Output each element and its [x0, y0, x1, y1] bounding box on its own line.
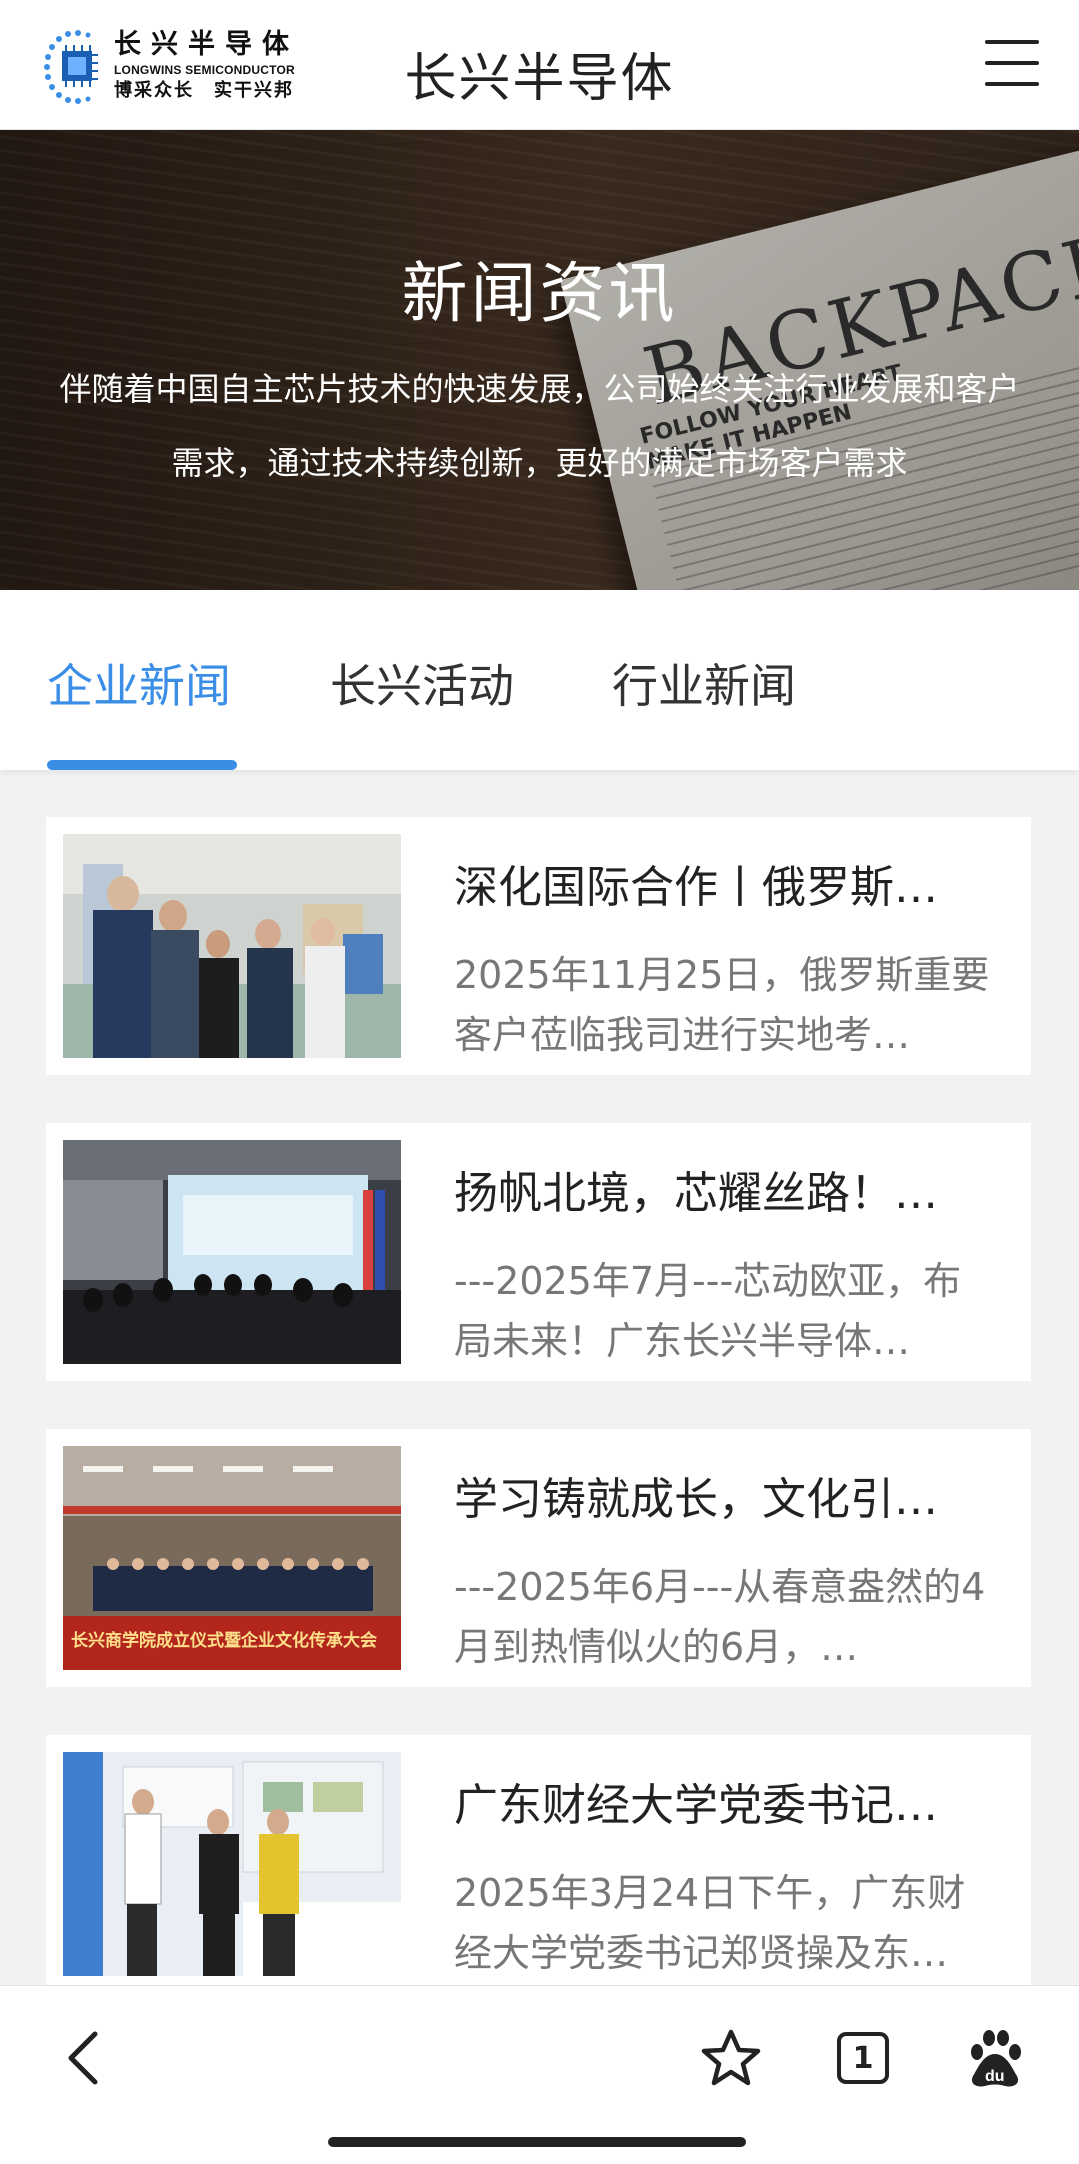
news-banner: BACKPACKER FOLLOW YOUR HEART MAKE IT HAP…: [0, 130, 1079, 590]
home-indicator: [328, 2137, 746, 2147]
news-summary: ---2025年7月---芯动欧亚，布局未来！广东长兴半导体…: [454, 1259, 962, 1363]
star-icon[interactable]: [699, 2026, 763, 2090]
back-arrow-icon[interactable]: [55, 2026, 119, 2090]
active-tab-indicator: [47, 760, 237, 770]
hamburger-menu-icon[interactable]: [985, 40, 1039, 86]
news-item[interactable]: 广东财经大学党委书记… 2025年3月24日下午，广东财经大学党委书记郑贤操及东…: [46, 1735, 1031, 1993]
news-thumbnail: [63, 1140, 401, 1364]
news-summary: 2025年3月24日下午，广东财经大学党委书记郑贤操及东…: [454, 1871, 966, 1975]
news-item[interactable]: 深化国际合作丨俄罗斯… 2025年11月25日，俄罗斯重要客户莅临我司进行实地考…: [46, 817, 1031, 1075]
news-summary: ---2025年6月---从春意盎然的4月到热情似火的6月，…: [454, 1565, 986, 1669]
tabs-count-button[interactable]: 1: [831, 2026, 895, 2090]
baidu-paw-icon[interactable]: du: [963, 2026, 1027, 2090]
news-title[interactable]: 广东财经大学党委书记…: [454, 1769, 994, 1833]
thumbnail-banner-text: 长兴商学院成立仪式暨企业文化传承大会: [71, 1630, 377, 1651]
news-category-tabs: 企业新闻 长兴活动 行业新闻: [0, 590, 1079, 770]
banner-title: 新闻资讯: [401, 255, 678, 332]
news-item[interactable]: 长兴商学院成立仪式暨企业文化传承大会 学习铸就成长，文化引… ---2025年6…: [46, 1429, 1031, 1687]
news-thumbnail: 长兴商学院成立仪式暨企业文化传承大会: [63, 1446, 401, 1670]
news-item[interactable]: 扬帆北境，芯耀丝路！… ---2025年7月---芯动欧亚，布局未来！广东长兴半…: [46, 1123, 1031, 1381]
news-title[interactable]: 扬帆北境，芯耀丝路！…: [454, 1157, 994, 1221]
site-title: 长兴半导体: [404, 49, 675, 109]
news-thumbnail: [63, 1752, 401, 1976]
news-thumbnail: [63, 834, 401, 1058]
tab-company-news[interactable]: 企业新闻: [47, 650, 231, 716]
news-summary: 2025年11月25日，俄罗斯重要客户莅临我司进行实地考…: [454, 953, 990, 1057]
tabs-count: 1: [852, 2040, 874, 2076]
top-header: 长兴半导体 LONGWINS SEMICONDUCTOR 博采众长 实干兴邦 长…: [0, 0, 1079, 130]
tab-longwins-activities[interactable]: 长兴活动: [330, 650, 514, 716]
tab-industry-news[interactable]: 行业新闻: [612, 650, 796, 716]
banner-description: 伴随着中国自主芯片技术的快速发展，公司始终关注行业发展和客户需求，通过技术持续创…: [59, 370, 1020, 482]
news-title[interactable]: 学习铸就成长，文化引…: [454, 1463, 994, 1527]
news-title[interactable]: 深化国际合作丨俄罗斯…: [454, 851, 994, 915]
svg-text:du: du: [985, 2068, 1005, 2085]
